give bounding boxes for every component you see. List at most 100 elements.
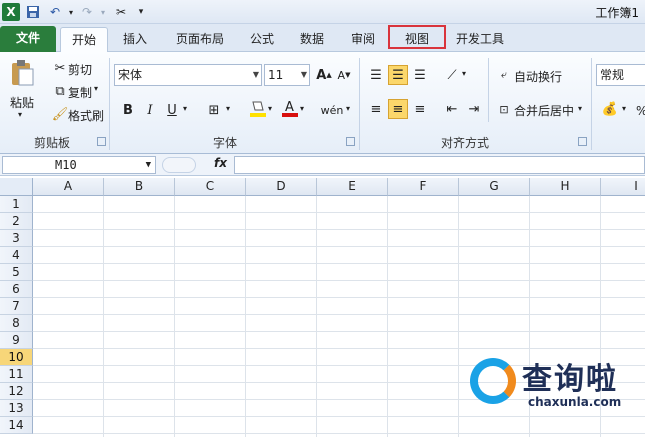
phonetic-dropdown-icon[interactable]: ▾ [346,104,350,113]
align-right-icon[interactable]: ≡ [410,99,430,119]
redo-dropdown-icon[interactable]: ▾ [94,3,112,21]
currency-dropdown-icon[interactable]: ▾ [622,104,626,113]
name-box-dropdown-icon[interactable]: ▼ [146,157,151,173]
ribbon: 粘贴 ▾ ✂ 剪切 ⧉ 复制 ▾ 🖌 格式刷 剪贴板 宋体 ▼ 11 ▼ A ▲ A ▼… [0,52,645,154]
paste-label[interactable]: 粘贴 [10,94,34,111]
watermark-logo-icon [470,358,516,404]
tab-page-layout[interactable]: 页面布局 [164,27,236,52]
font-color-icon[interactable]: A [280,98,300,118]
orientation-dropdown-icon[interactable]: ▾ [462,69,466,78]
column-header-f[interactable]: F [388,178,459,196]
fill-dropdown-icon[interactable]: ▾ [268,104,272,113]
row-header-6[interactable]: 6 [0,281,33,298]
column-header-i[interactable]: I [601,178,645,196]
row-header-4[interactable]: 4 [0,247,33,264]
tab-home[interactable]: 开始 [60,27,108,52]
wrap-text-icon[interactable]: ⤶ [494,65,514,85]
fill-color-icon[interactable] [248,98,268,118]
paste-dropdown-icon[interactable]: ▾ [18,110,22,119]
row-header-8[interactable]: 8 [0,315,33,332]
italic-icon[interactable]: I [140,100,160,120]
column-header-g[interactable]: G [459,178,530,196]
row-header-7[interactable]: 7 [0,298,33,315]
column-header-e[interactable]: E [317,178,388,196]
column-header-d[interactable]: D [246,178,317,196]
row-header-1[interactable]: 1 [0,196,33,213]
indent-decrease-icon[interactable]: ⇤ [442,99,462,119]
formula-bar: M10 ▼ fx [0,154,645,176]
row-header-14[interactable]: 14 [0,417,33,434]
column-header-h[interactable]: H [530,178,601,196]
qat-dropdown-icon[interactable]: ▾ [132,3,150,21]
tab-developer[interactable]: 开发工具 [450,27,510,52]
number-format-select[interactable]: 常规 [596,64,645,86]
name-box[interactable]: M10 ▼ [2,156,156,174]
column-header-c[interactable]: C [175,178,246,196]
excel-icon[interactable]: X [2,3,20,21]
underline-icon[interactable]: U [162,100,182,120]
group-separator [591,58,592,150]
shrink-font-icon[interactable]: A ▼ [334,65,354,85]
align-middle-icon[interactable]: ☰ [388,65,408,85]
formula-bar-expand-handle[interactable] [162,157,196,173]
row-header-3[interactable]: 3 [0,230,33,247]
row-header-9[interactable]: 9 [0,332,33,349]
underline-dropdown-icon[interactable]: ▾ [183,104,187,113]
group-separator [109,58,110,150]
column-header-a[interactable]: A [33,178,104,196]
watermark-domain: chaxunla.com [528,395,622,409]
font-color-dropdown-icon[interactable]: ▾ [300,104,304,113]
formula-input[interactable] [234,156,645,174]
indent-increase-icon[interactable]: ⇥ [464,99,484,119]
row-header-11[interactable]: 11 [0,366,33,383]
alignment-launcher-icon[interactable] [578,137,587,146]
customize-icon[interactable]: ✂ [112,3,130,21]
window-title: 工作簿1 [595,6,639,20]
phonetic-icon[interactable]: wén [321,100,344,120]
column-header-b[interactable]: B [104,178,175,196]
percent-icon[interactable]: % [636,104,645,118]
copy-icon[interactable]: ⧉ [50,81,70,101]
align-center-icon[interactable]: ≡ [388,99,408,119]
merge-center-icon[interactable]: ⊡ [494,99,514,119]
clipboard-launcher-icon[interactable] [97,137,106,146]
tab-formulas[interactable]: 公式 [242,27,282,52]
cut-icon[interactable]: ✂ [50,58,70,78]
row-header-13[interactable]: 13 [0,400,33,417]
row-header-10[interactable]: 10 [0,349,33,366]
currency-icon[interactable]: 💰 [600,99,620,119]
format-painter-icon[interactable]: 🖌 [50,104,70,124]
tab-data[interactable]: 数据 [292,27,332,52]
border-icon[interactable]: ⊞ [204,100,224,120]
row-header-5[interactable]: 5 [0,264,33,281]
group-separator [488,58,489,122]
select-all-corner[interactable] [0,178,33,196]
save-icon[interactable] [24,3,42,21]
insert-function-icon[interactable]: fx [214,156,227,170]
grow-font-icon[interactable]: A ▲ [314,65,334,85]
font-launcher-icon[interactable] [346,137,355,146]
merge-dropdown-icon[interactable]: ▾ [578,104,582,113]
row-header-2[interactable]: 2 [0,213,33,230]
align-top-icon[interactable]: ☰ [366,65,386,85]
cut-button[interactable]: 剪切 [68,61,92,78]
group-separator [359,58,360,150]
align-bottom-icon[interactable]: ☰ [410,65,430,85]
paste-icon[interactable] [8,58,36,88]
tab-insert[interactable]: 插入 [114,27,156,52]
copy-dropdown-icon[interactable]: ▾ [94,84,98,93]
tab-file[interactable]: 文件 [0,26,56,52]
wrap-text-button[interactable]: 自动换行 [514,68,562,85]
format-painter-button[interactable]: 格式刷 [68,107,104,124]
font-size-select[interactable]: 11 ▼ [264,64,310,86]
clipboard-group-label: 剪贴板 [33,136,70,150]
font-name-select[interactable]: 宋体 ▼ [114,64,262,86]
border-dropdown-icon[interactable]: ▾ [226,104,230,113]
copy-button[interactable]: 复制 [68,84,92,101]
orientation-icon[interactable]: ⟋ [442,65,462,85]
row-header-12[interactable]: 12 [0,383,33,400]
align-left-icon[interactable]: ≡ [366,99,386,119]
tab-review[interactable]: 审阅 [342,27,384,52]
merge-center-button[interactable]: 合并后居中 [514,102,574,119]
bold-icon[interactable]: B [118,100,138,120]
